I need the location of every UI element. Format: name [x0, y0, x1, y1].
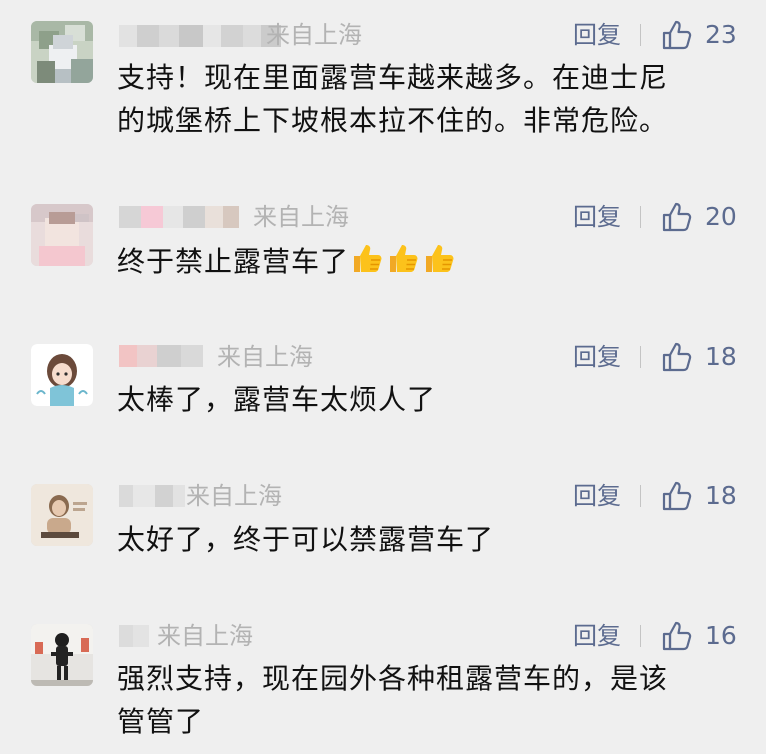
- reply-button[interactable]: 回复: [573, 18, 621, 52]
- comment-text-line: 太棒了，露营车太烦人了: [117, 383, 437, 416]
- comment-text-line: 终于禁止露营车了: [117, 245, 350, 278]
- like-count: 20: [705, 202, 737, 231]
- thumbs-up-emoji: [423, 241, 457, 287]
- thumbs-up-icon[interactable]: [660, 340, 694, 374]
- comment-text: 太棒了，露营车太烦人了: [117, 378, 737, 421]
- comment-text-line: 太好了，终于可以禁露营车了: [117, 523, 495, 556]
- region-label: 来自上海: [253, 203, 349, 231]
- thumbs-up-icon[interactable]: [660, 479, 694, 513]
- thumbs-up-icon[interactable]: [660, 200, 694, 234]
- nickname-masked[interactable]: [119, 25, 281, 47]
- thumbs-up-emoji: [387, 241, 421, 287]
- avatar[interactable]: [31, 21, 93, 83]
- nickname-masked[interactable]: [119, 206, 239, 228]
- divider: [640, 206, 641, 228]
- reply-button[interactable]: 回复: [573, 340, 621, 374]
- region-label: 来自上海: [157, 622, 253, 650]
- comment-text-line: 支持！现在里面露营车越来越多。在迪士尼: [117, 61, 669, 94]
- comment-text-line: 的城堡桥上下坡根本拉不住的。非常危险。: [117, 104, 669, 137]
- thumbs-up-emoji: [351, 241, 385, 287]
- comment-text-line: 强烈支持，现在园外各种租露营车的，是该: [117, 662, 669, 695]
- region-label: 来自上海: [217, 343, 313, 371]
- divider: [640, 485, 641, 507]
- comment-text: 太好了，终于可以禁露营车了: [117, 518, 737, 561]
- like-count: 23: [705, 20, 737, 49]
- avatar[interactable]: [31, 624, 93, 686]
- thumbs-up-icon[interactable]: [660, 619, 694, 653]
- nickname-masked[interactable]: [119, 625, 149, 647]
- region-label: 来自上海: [186, 482, 282, 510]
- reply-button[interactable]: 回复: [573, 479, 621, 513]
- nickname-masked[interactable]: [119, 345, 203, 367]
- avatar[interactable]: [31, 484, 93, 546]
- reply-button[interactable]: 回复: [573, 200, 621, 234]
- reply-button[interactable]: 回复: [573, 619, 621, 653]
- comment-text: 支持！现在里面露营车越来越多。在迪士尼 的城堡桥上下坡根本拉不住的。非常危险。: [117, 56, 737, 142]
- nickname-masked[interactable]: [119, 485, 185, 507]
- divider: [640, 625, 641, 647]
- divider: [640, 24, 641, 46]
- divider: [640, 346, 641, 368]
- avatar[interactable]: [31, 204, 93, 266]
- region-label: 来自上海: [266, 21, 362, 49]
- comment-text: 强烈支持，现在园外各种租露营车的，是该 管管了: [117, 657, 737, 743]
- thumbs-up-icon[interactable]: [660, 18, 694, 52]
- comment-text-line: 管管了: [117, 705, 205, 738]
- comment-text: 终于禁止露营车了: [117, 240, 737, 287]
- avatar[interactable]: [31, 344, 93, 406]
- like-count: 16: [705, 621, 737, 650]
- like-count: 18: [705, 342, 737, 371]
- like-count: 18: [705, 481, 737, 510]
